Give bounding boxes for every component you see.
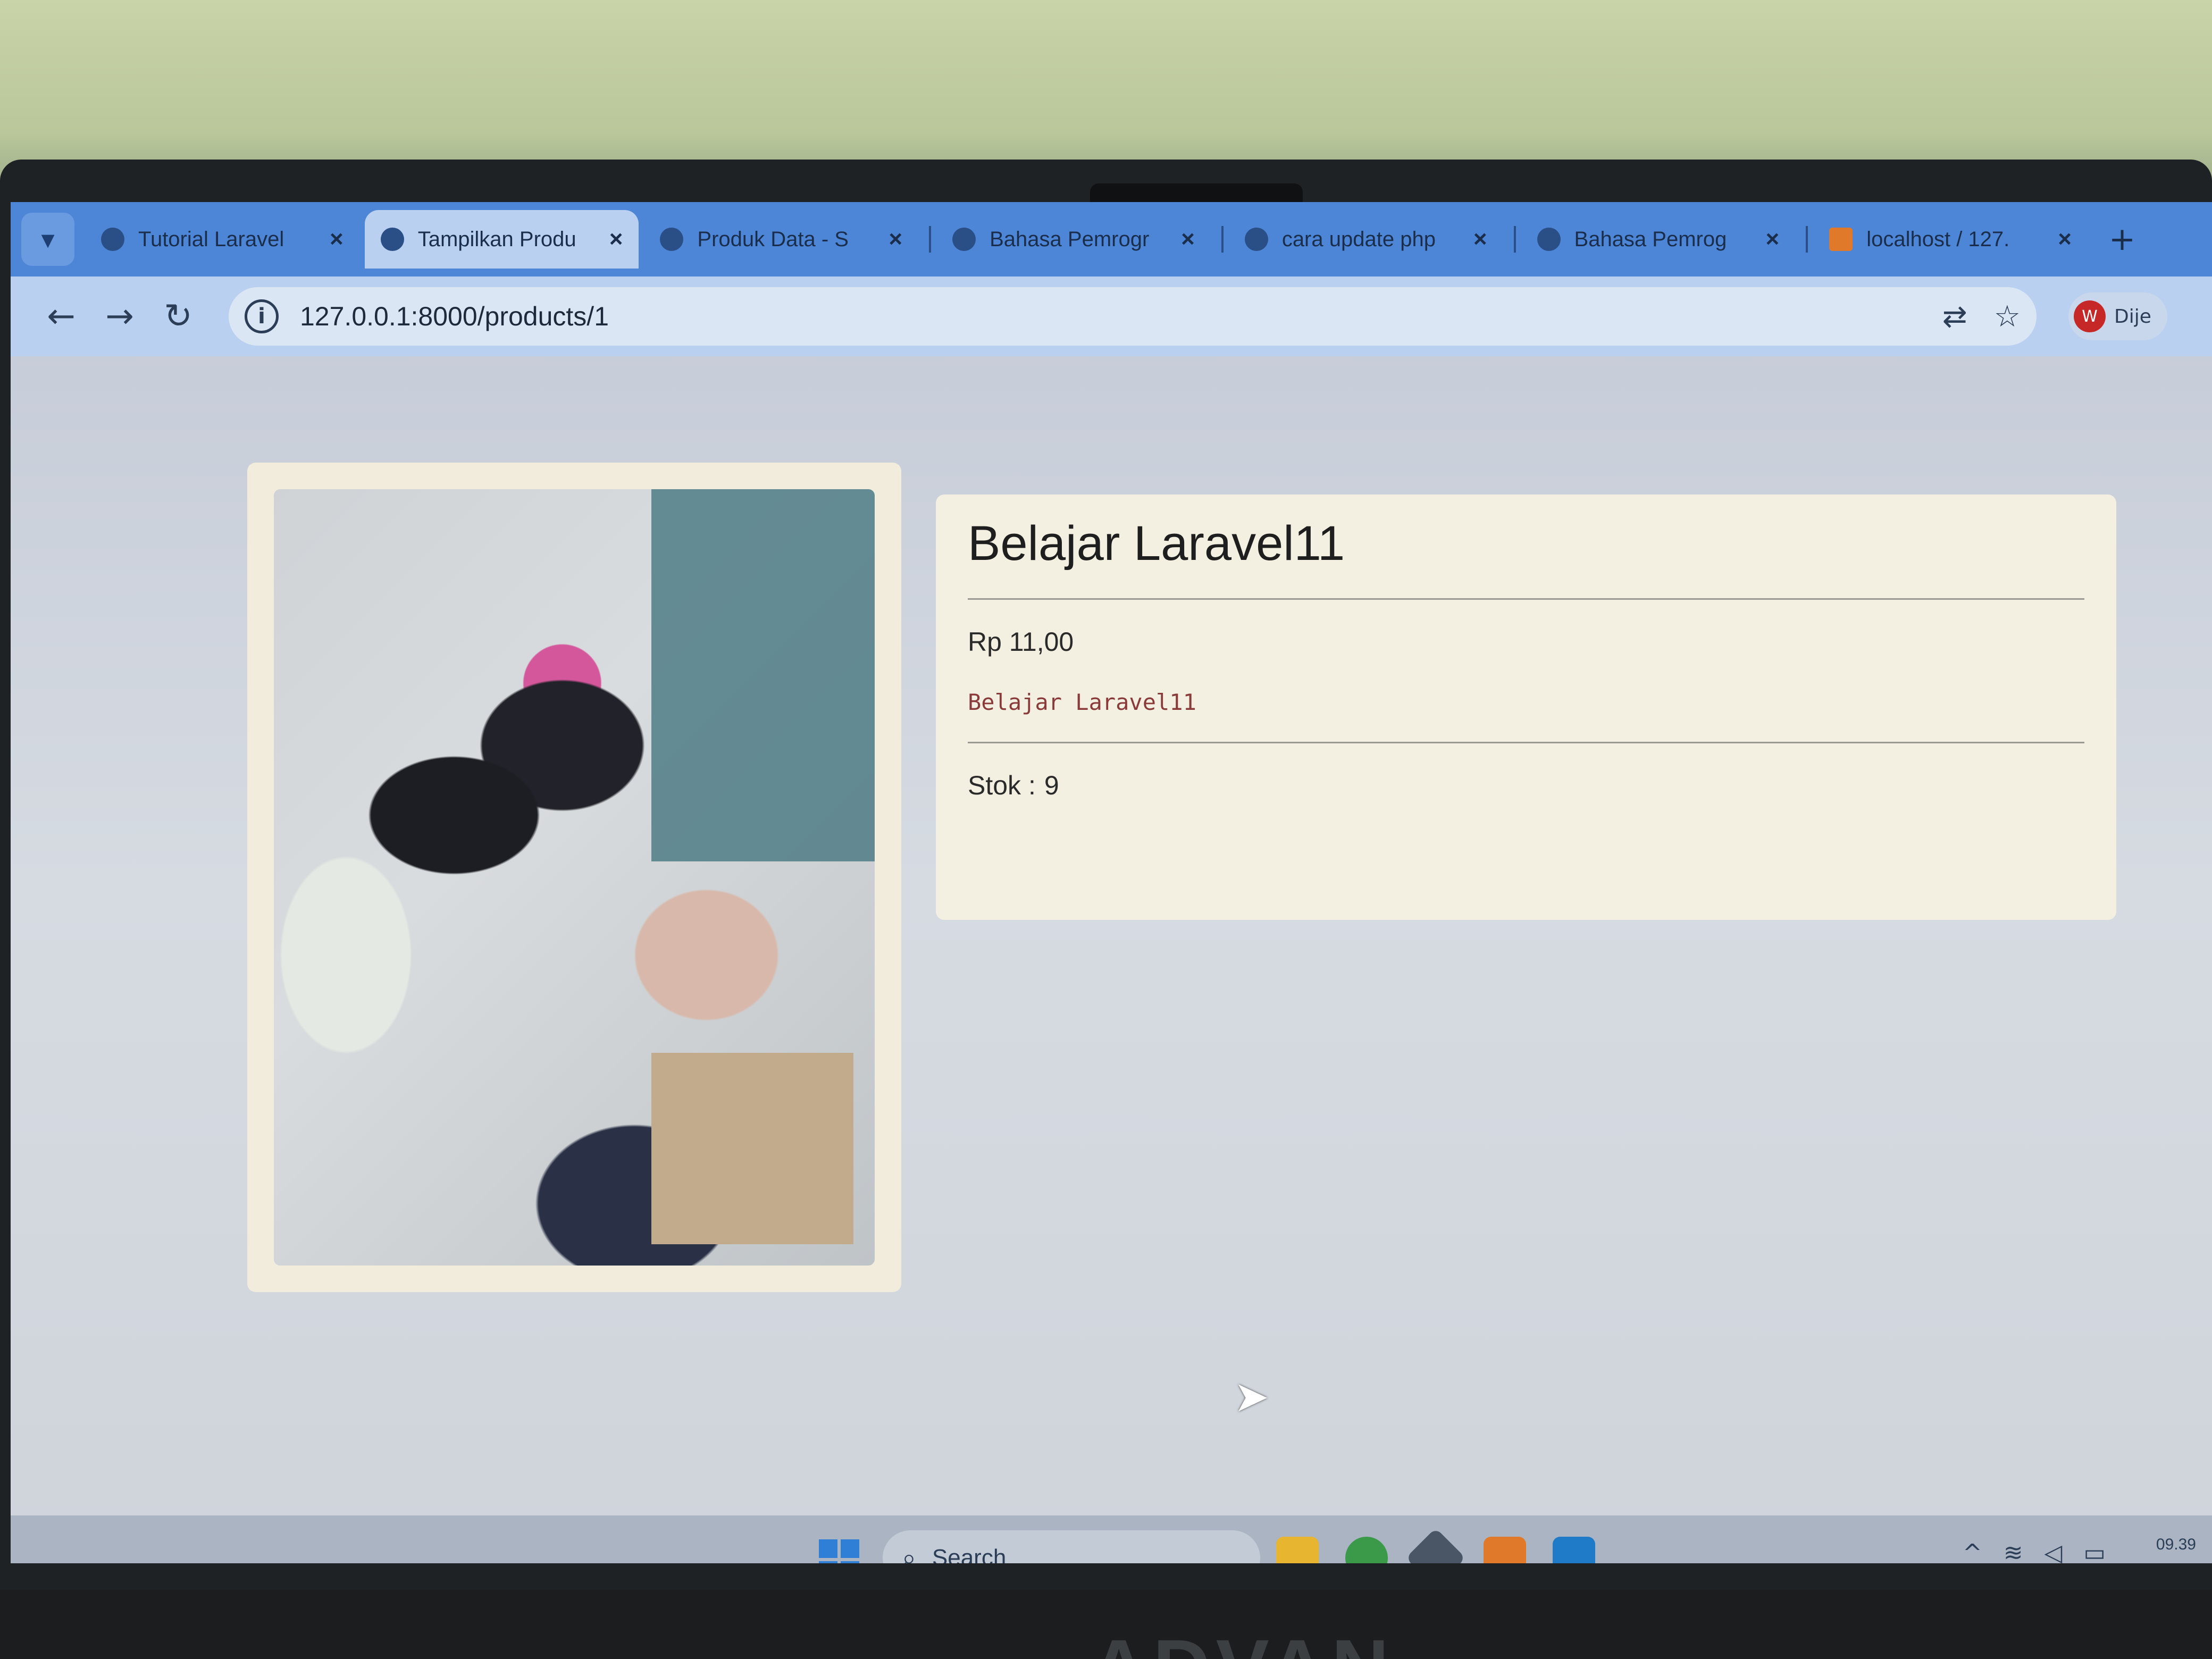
tab-title: Bahasa Pemrogr (990, 227, 1150, 251)
tab-strip: ▾ Tutorial Laravel × Tampilkan Produ × P… (11, 202, 2212, 276)
product-description: Belajar Laravel11 (968, 689, 1196, 715)
battery-icon[interactable]: ▭ (2083, 1539, 2106, 1563)
bookmark-star-icon[interactable]: ☆ (1994, 299, 2021, 334)
taskbar: ⌕ Search ^ ≋ ◁ ▭ 09.39 28/11/2024 (11, 1515, 2212, 1563)
tab-title: Produk Data - S (697, 227, 849, 251)
vscode-icon[interactable] (1553, 1537, 1595, 1563)
tab-search-button[interactable]: ▾ (21, 213, 74, 266)
tab-title: localhost / 127. (1866, 227, 2010, 251)
tab-title: Bahasa Pemrog (1574, 227, 1727, 251)
close-tab-icon[interactable]: × (889, 226, 902, 253)
volume-icon[interactable]: ◁ (2045, 1539, 2063, 1563)
tab-cara-update-php[interactable]: cara update php × (1229, 210, 1503, 269)
tab-localhost-phpmyadmin[interactable]: localhost / 127. × (1813, 210, 2088, 269)
tab-separator (1221, 226, 1224, 253)
file-explorer-icon[interactable] (1276, 1537, 1319, 1563)
tab-separator (1513, 226, 1516, 253)
address-bar-actions: ⇄ ☆ (1942, 299, 2021, 334)
close-tab-icon[interactable]: × (330, 226, 343, 253)
clock-time: 09.39 (2156, 1536, 2196, 1553)
taskbar-clock[interactable]: 09.39 28/11/2024 (2117, 1531, 2196, 1563)
chevron-up-icon[interactable]: ^ (1963, 1539, 1982, 1563)
tab-tampilkan-produk[interactable]: Tampilkan Produ × (364, 210, 639, 269)
tab-separator (1806, 226, 1808, 253)
tab-bahasa-pemrograman[interactable]: Bahasa Pemrogr × (936, 210, 1211, 269)
taskbar-search[interactable]: ⌕ Search (883, 1530, 1260, 1563)
back-arrow-icon[interactable]: ← (32, 297, 90, 336)
tab-title: Tutorial Laravel (138, 227, 284, 251)
product-image-card (247, 463, 901, 1292)
address-bar[interactable]: i 127.0.0.1:8000/products/1 ⇄ ☆ (229, 287, 2037, 346)
globe-icon (380, 228, 404, 251)
phpmyadmin-icon (1829, 228, 1853, 251)
profile-button[interactable]: W Dije (2068, 292, 2167, 340)
search-icon: ⌕ (902, 1543, 916, 1564)
screen: ▾ Tutorial Laravel × Tampilkan Produ × P… (11, 202, 2212, 1563)
forward-arrow-icon[interactable]: → (90, 297, 149, 336)
product-price: Rp 11,00 (968, 627, 1074, 657)
avatar: W (2074, 300, 2106, 332)
product-image (274, 489, 875, 1266)
page-content: Belajar Laravel11 Rp 11,00 Belajar Larav… (11, 356, 2212, 1452)
xampp-icon[interactable] (1484, 1537, 1526, 1563)
globe-icon (660, 228, 684, 251)
system-tray: ^ ≋ ◁ ▭ (1963, 1539, 2106, 1563)
photo-detail (651, 489, 875, 861)
github-icon (101, 228, 124, 251)
tab-produk-data[interactable]: Produk Data - S × (644, 210, 918, 269)
tab-tutorial-laravel[interactable]: Tutorial Laravel × (85, 210, 359, 269)
product-stock: Stok : 9 (968, 770, 2084, 801)
divider (968, 598, 2084, 600)
tab-title: cara update php (1281, 227, 1436, 251)
tab-bahasa-pemrograman-2[interactable]: Bahasa Pemrog × (1521, 210, 1796, 269)
close-tab-icon[interactable]: × (609, 226, 623, 253)
tab-title: Tampilkan Produ (417, 227, 576, 251)
divider (968, 742, 2084, 743)
git-icon[interactable] (1405, 1528, 1466, 1563)
stock-value: 9 (1044, 770, 1059, 800)
reload-icon[interactable]: ↻ (149, 297, 207, 336)
stock-label: Stok : (968, 770, 1036, 800)
translate-icon[interactable]: ⇄ (1942, 299, 1967, 334)
globe-icon (952, 228, 976, 251)
brand-logo: ADVAN (1090, 1622, 1394, 1659)
close-tab-icon[interactable]: × (1181, 226, 1195, 253)
profile-label: Dije (2114, 305, 2151, 328)
search-label: Search (932, 1545, 1007, 1563)
tab-separator (929, 226, 932, 253)
close-tab-icon[interactable]: × (1766, 226, 1780, 253)
mouse-cursor-icon: ➤ (1234, 1372, 1270, 1421)
clock-date: 28/11/2024 (2117, 1558, 2196, 1563)
chrome-icon[interactable] (1345, 1537, 1388, 1563)
avatar-icon (1244, 228, 1268, 251)
product-title: Belajar Laravel11 (968, 516, 1345, 571)
close-tab-icon[interactable]: × (2058, 226, 2072, 253)
windows-start-icon[interactable] (819, 1539, 859, 1563)
site-info-icon[interactable]: i (245, 299, 279, 333)
globe-icon (1537, 228, 1561, 251)
close-tab-icon[interactable]: × (1473, 226, 1487, 253)
wifi-icon[interactable]: ≋ (2004, 1539, 2023, 1563)
photo-detail (651, 1053, 853, 1244)
url-text: 127.0.0.1:8000/products/1 (300, 301, 609, 331)
browser-toolbar: ← → ↻ i 127.0.0.1:8000/products/1 ⇄ ☆ W … (11, 276, 2212, 356)
product-detail-card: Belajar Laravel11 Rp 11,00 Belajar Larav… (936, 495, 2116, 920)
new-tab-button[interactable]: + (2109, 221, 2135, 258)
